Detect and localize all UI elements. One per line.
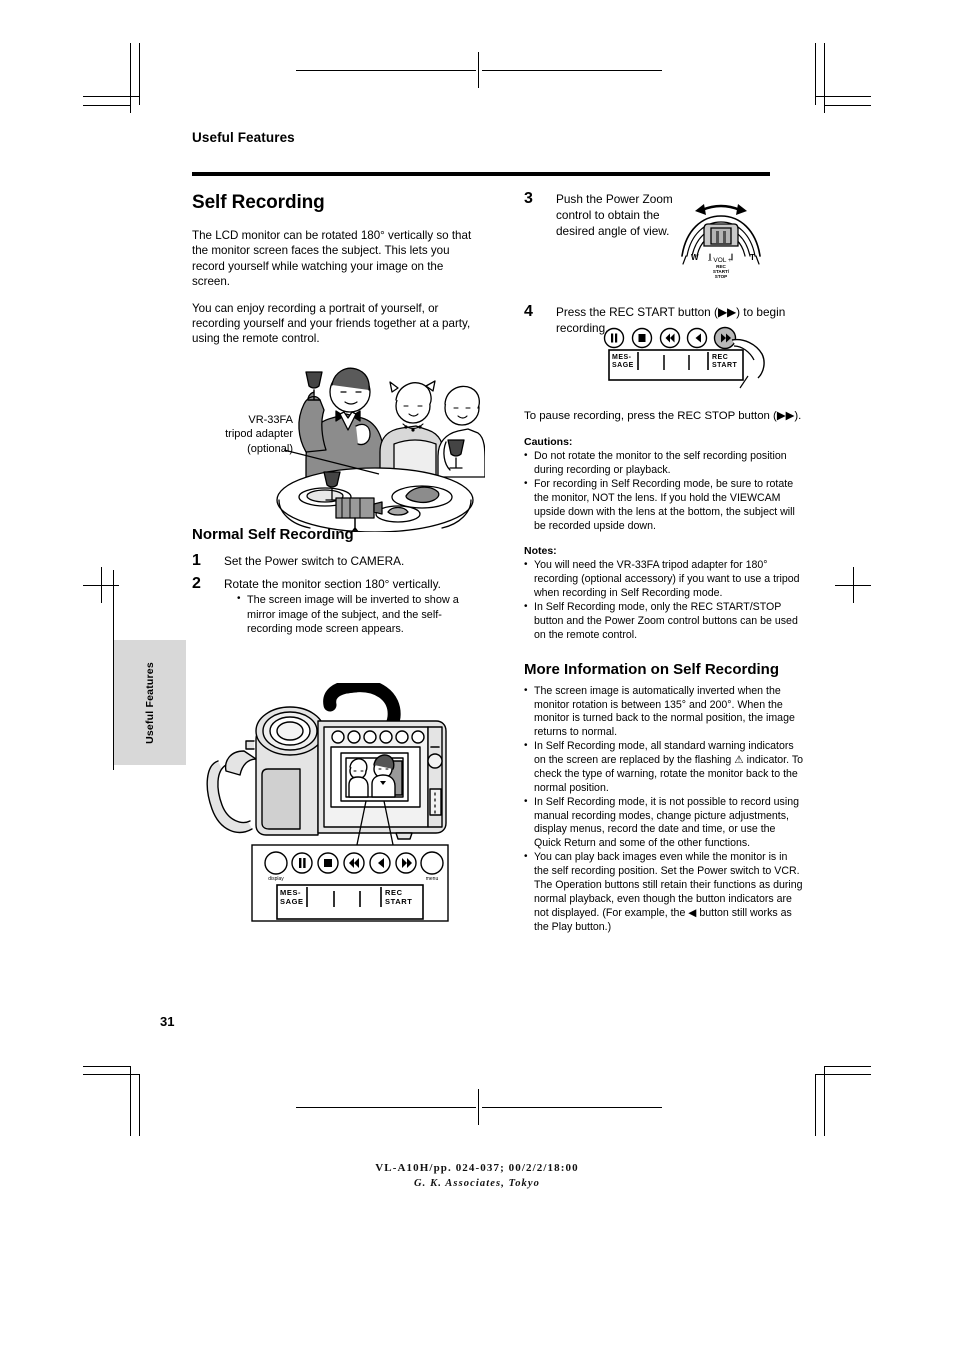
svg-text:MES-: MES- xyxy=(280,888,301,897)
rec-start-button-illustration: MES- SAGE REC START xyxy=(596,326,766,392)
caution-item-2: For recording in Self Recording mode, be… xyxy=(524,477,804,534)
svg-text:MES-: MES- xyxy=(612,354,632,361)
running-head: Useful Features xyxy=(192,130,295,145)
svg-text:START: START xyxy=(712,362,738,369)
right-column: 3 Push the Power Zoom control to obtain … xyxy=(524,190,804,943)
notes-list: You will need the VR-33FA tripod adapter… xyxy=(524,558,804,643)
more-info-item-4: You can play back images even while the … xyxy=(524,850,804,934)
notes-title: Notes: xyxy=(524,545,557,558)
intro-paragraph-2: You can enjoy recording a portrait of yo… xyxy=(192,301,471,346)
page-number: 31 xyxy=(160,1014,175,1029)
intro-paragraph-1: The LCD monitor can be rotated 180° vert… xyxy=(192,229,472,289)
more-info-item-3: In Self Recording mode, it is not possib… xyxy=(524,795,804,852)
document-page: Useful Features Useful Features Self Rec… xyxy=(0,0,954,1351)
party-caption-line-2: tripod adapter xyxy=(225,428,293,441)
svg-text:STOP: STOP xyxy=(715,274,727,279)
caution-item-1: Do not rotate the monitor to the self re… xyxy=(524,449,804,478)
party-caption-line-3: (optional) xyxy=(247,442,293,455)
footer-line-1: VL-A10H/pp. 024-037; 00/2/2/18:00 xyxy=(375,1162,579,1174)
header-rule xyxy=(192,172,770,176)
note-item-1: You will need the VR-33FA tripod adapter… xyxy=(524,558,804,601)
more-info-list: The screen image is automatically invert… xyxy=(524,684,804,935)
step-1-number: 1 xyxy=(192,551,201,569)
side-tab-label: Useful Features xyxy=(144,661,156,744)
step-1: 1 Set the Power switch to CAMERA. xyxy=(192,551,472,570)
svg-text:W: W xyxy=(691,253,699,262)
svg-text:display: display xyxy=(268,876,284,882)
party-illustration xyxy=(270,352,485,532)
svg-text:– VOL +: – VOL + xyxy=(708,257,732,264)
caption-leader-line xyxy=(284,449,380,475)
party-caption: VR-33FA tripod adapter (optional) xyxy=(188,413,293,456)
remote-button-row-illustration: display menu MES- SAGE REC START xyxy=(250,843,450,923)
cautions-list: Do not rotate the monitor to the self re… xyxy=(524,449,804,534)
page-title: Self Recording xyxy=(192,192,325,213)
pause-text: To pause recording, press the REC STOP b… xyxy=(524,409,802,422)
svg-text:START: START xyxy=(385,897,412,906)
more-info-item-1: The screen image is automatically invert… xyxy=(524,684,804,741)
party-caption-line-1: VR-33FA xyxy=(248,414,293,426)
svg-text:SAGE: SAGE xyxy=(612,362,634,369)
step-2-bullets: The screen image will be inverted to sho… xyxy=(236,592,472,636)
side-tab: Useful Features xyxy=(114,640,186,765)
power-zoom-control-illustration: W T – VOL + REC START/ STOP xyxy=(676,198,766,280)
step-2-number: 2 xyxy=(192,574,201,592)
step-4-number: 4 xyxy=(524,303,533,321)
svg-text:T: T xyxy=(750,253,755,262)
step-3-text: Push the Power Zoom control to obtain th… xyxy=(556,192,673,238)
footer-line-2: G. K. Associates, Tokyo xyxy=(413,1178,541,1189)
step-2: 2 Rotate the monitor section 180° vertic… xyxy=(192,574,472,636)
content-area: Useful Features Self Recording The LCD m… xyxy=(150,130,803,933)
footer: VL-A10H/pp. 024-037; 00/2/2/18:00 G. K. … xyxy=(0,1162,954,1189)
svg-text:REC: REC xyxy=(385,888,403,897)
step-2-text: Rotate the monitor section 180° vertical… xyxy=(224,576,441,591)
svg-text:menu: menu xyxy=(426,876,439,882)
svg-text:REC: REC xyxy=(712,354,728,361)
step-2-bullet-1: The screen image will be inverted to sho… xyxy=(236,592,472,636)
more-info-item-2: In Self Recording mode, all standard war… xyxy=(524,739,804,796)
more-info-title: More Information on Self Recording xyxy=(524,660,780,678)
svg-text:SAGE: SAGE xyxy=(280,897,304,906)
cautions-title: Cautions: xyxy=(524,436,573,449)
step-1-text: Set the Power switch to CAMERA. xyxy=(224,553,405,568)
step-3-number: 3 xyxy=(524,190,533,207)
note-item-2: In Self Recording mode, only the REC STA… xyxy=(524,600,804,643)
